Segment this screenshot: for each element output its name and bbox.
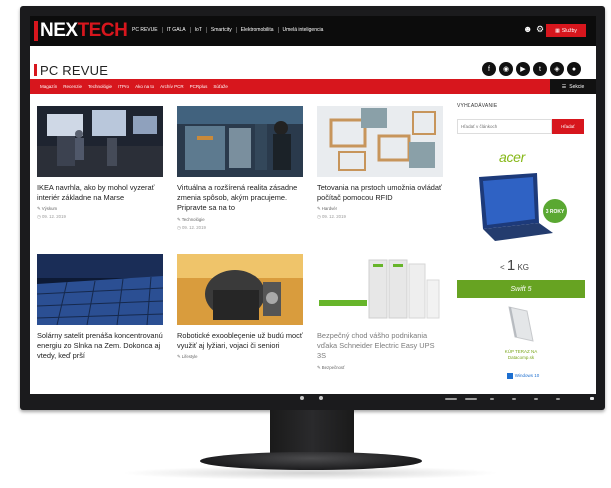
search-button[interactable]: Hľadať (552, 119, 584, 134)
top-nav-item-ai[interactable]: Umelá inteligencia (277, 27, 328, 33)
logo-text: NEX (40, 20, 78, 41)
article-card[interactable]: Bezpečný chod vášho podnikania vďaka Sch… (317, 254, 443, 371)
monitor-button[interactable] (445, 398, 457, 400)
product-name-bar: Swift 5 (457, 280, 585, 298)
section-nav: Magazín Recenzie Technológie ITPro Ako n… (30, 79, 596, 94)
user-icon[interactable]: ☻ (523, 24, 532, 34)
article-title[interactable]: Virtuálna a rozšírená realita zásadne zm… (177, 183, 303, 214)
top-bar: NEX TECH PC REVUE IT GALA IoT Smartcity … (30, 16, 596, 46)
monitor-button[interactable] (490, 398, 494, 400)
article-thumbnail[interactable] (317, 254, 443, 325)
grid-icon: ▦ (555, 27, 560, 34)
monitor-stand-neck (270, 410, 354, 457)
article-category[interactable]: ✎ Technológie (177, 217, 303, 223)
section-nav-item-archiv[interactable]: Archív PCR (160, 84, 184, 89)
hamburger-icon: ☰ (561, 83, 567, 90)
article-thumbnail[interactable] (317, 106, 443, 177)
article-date: ◷ 09. 12. 2019 (177, 224, 206, 230)
article-card[interactable]: IKEA navrhla, ako by mohol vyzerať inter… (37, 106, 163, 220)
article-category[interactable]: ✎ Bezpečnosť (317, 365, 443, 371)
article-category[interactable]: ✎ Hardvér (317, 206, 443, 212)
article-card[interactable]: Solárny satelit prenáša koncentrovanú en… (37, 254, 163, 362)
buy-now-text: KÚP TERAZ NA Datacomp.sk (504, 349, 538, 360)
acer-advertisement[interactable]: acer 3 ROKY < 1 KG Swift 5 KÚP TERAZ NA D… (457, 149, 585, 389)
section-title-accent (34, 64, 37, 76)
section-nav-item-itpro[interactable]: ITPro (118, 84, 129, 89)
search-heading: VYHĽADÁVANIE (457, 103, 498, 109)
monitor-sensor-dot (300, 396, 304, 400)
power-button[interactable] (590, 397, 594, 400)
article-thumbnail[interactable] (177, 254, 303, 325)
article-card[interactable]: Virtuálna a rozšírená realita zásadne zm… (177, 106, 303, 231)
article-title[interactable]: IKEA navrhla, ako by mohol vyzerať inter… (37, 183, 163, 203)
logo-accent (34, 21, 38, 41)
section-title[interactable]: PC REVUE (40, 63, 108, 78)
article-thumbnail[interactable] (37, 254, 163, 325)
youtube-icon[interactable]: ▶ (516, 62, 530, 76)
top-nav-item-pc-revue[interactable]: PC REVUE (128, 27, 162, 33)
laptop-image: 3 ROKY (479, 173, 567, 241)
top-nav-item-elektromobilita[interactable]: Elektromobilita (235, 27, 278, 33)
acer-logo: acer (499, 149, 526, 165)
section-nav-item-pcrplus[interactable]: PCRplus (190, 84, 208, 89)
monitor-button[interactable] (534, 398, 538, 400)
section-nav-item-ako-na-to[interactable]: Ako na to (135, 84, 154, 89)
podcast-icon[interactable]: ● (567, 62, 581, 76)
top-nav-item-it-gala[interactable]: IT GALA (161, 27, 190, 33)
article-title[interactable]: Tetovania na prstoch umožnia ovládať poč… (317, 183, 443, 203)
monitor-button[interactable] (512, 398, 516, 400)
article-date: ◷ 09. 12. 2019 (317, 214, 346, 220)
warranty-badge: 3 ROKY (546, 209, 565, 215)
article-title[interactable]: Robotické exoobleçenie už budú mocť využ… (177, 331, 303, 351)
windows-badge: Windows 10 (493, 371, 553, 380)
weight-claim: < 1 KG (500, 257, 530, 274)
section-nav-item-technologie[interactable]: Technológie (88, 84, 112, 89)
sections-label: Sekcie (569, 83, 585, 90)
article-title[interactable]: Solárny satelit prenáša koncentrovanú en… (37, 331, 163, 362)
browser-screen: NEX TECH PC REVUE IT GALA IoT Smartcity … (30, 16, 596, 394)
section-nav-item-recenzie[interactable]: Recenzie (63, 84, 82, 89)
settings-icon[interactable]: ⚙ (536, 24, 544, 35)
instagram-icon[interactable]: ◉ (499, 62, 513, 76)
section-nav-item-sutaze[interactable]: Súťaže (213, 84, 227, 89)
monitor-stand-base (200, 452, 422, 470)
article-thumbnail[interactable] (177, 106, 303, 177)
nextech-logo[interactable]: NEX TECH (34, 20, 128, 42)
monitor-sensor-dot (319, 396, 323, 400)
top-nav-item-smartcity[interactable]: Smartcity (205, 27, 236, 33)
services-button[interactable]: ▦ Služby (546, 24, 586, 37)
search-input[interactable] (457, 119, 552, 134)
top-nav: PC REVUE IT GALA IoT Smartcity Elektromo… (128, 27, 327, 33)
monitor-button[interactable] (556, 398, 560, 400)
facebook-icon[interactable]: f (482, 62, 496, 76)
scene: NEX TECH PC REVUE IT GALA IoT Smartcity … (0, 0, 611, 488)
article-thumbnail[interactable] (37, 106, 163, 177)
article-card[interactable]: Robotické exoobleçenie už budú mocť využ… (177, 254, 303, 360)
rss-icon[interactable]: ◈ (550, 62, 564, 76)
services-label: Služby (561, 27, 577, 34)
section-nav-item-magazin[interactable]: Magazín (40, 84, 57, 89)
article-card[interactable]: Tetovania na prstoch umožnia ovládať poč… (317, 106, 443, 220)
article-date: ◷ 09. 12. 2019 (37, 214, 66, 220)
social-links: f ◉ ▶ t ◈ ● (482, 62, 581, 76)
article-category[interactable]: ✎ Lifestyle (177, 354, 303, 360)
monitor-button[interactable] (465, 398, 477, 400)
laptop-side-image (508, 306, 534, 342)
sections-menu-button[interactable]: ☰ Sekcie (550, 79, 596, 94)
article-category[interactable]: ✎ Výskum (37, 206, 163, 212)
twitter-icon[interactable]: t (533, 62, 547, 76)
article-title[interactable]: Bezpečný chod vášho podnikania vďaka Sch… (317, 331, 443, 362)
windows-icon (506, 372, 513, 379)
top-nav-item-iot[interactable]: IoT (189, 27, 206, 33)
logo-text-accent: TECH (77, 20, 128, 41)
